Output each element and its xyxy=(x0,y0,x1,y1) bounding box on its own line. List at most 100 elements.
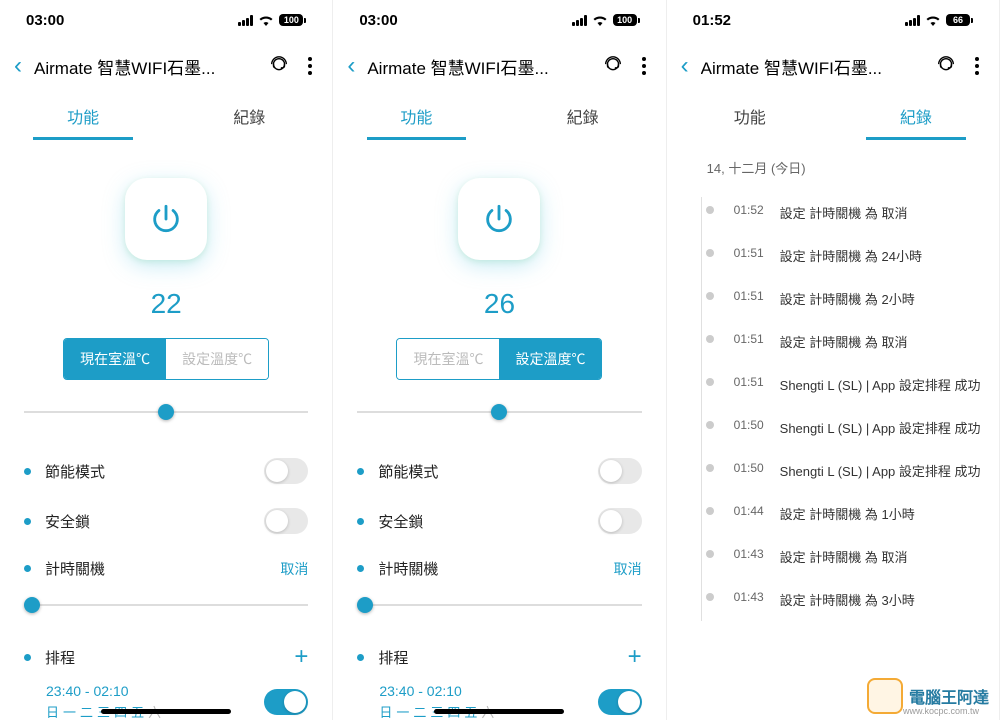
support-icon[interactable] xyxy=(935,55,957,77)
tab-functions[interactable]: 功能 xyxy=(0,92,166,140)
temp-mode-toggle: 現在室溫℃ 設定溫度℃ xyxy=(357,338,641,380)
add-schedule-button[interactable]: + xyxy=(294,643,308,671)
phone-screen-3: 01:52 66 ‹ Airmate 智慧WIFI石墨... 功能 紀錄 14,… xyxy=(667,0,1000,720)
power-button[interactable] xyxy=(458,178,540,260)
back-button[interactable]: ‹ xyxy=(14,52,22,80)
signal-icon xyxy=(238,15,253,26)
header: ‹ Airmate 智慧WIFI石墨... xyxy=(333,40,665,92)
timer-cancel[interactable]: 取消 xyxy=(614,559,642,579)
tabs: 功能 紀錄 xyxy=(0,92,332,140)
log-date: 14, 十二月 (今日) xyxy=(685,150,981,191)
tab-records[interactable]: 紀錄 xyxy=(166,92,332,140)
page-title: Airmate 智慧WIFI石墨... xyxy=(367,54,589,79)
status-right: 100 xyxy=(572,14,640,26)
tabs: 功能 紀錄 xyxy=(333,92,665,140)
toggle-current-temp[interactable]: 現在室溫℃ xyxy=(64,339,166,379)
schedule-switch[interactable] xyxy=(264,689,308,715)
add-schedule-button[interactable]: + xyxy=(628,643,642,671)
home-indicator[interactable] xyxy=(434,709,564,714)
wifi-icon xyxy=(592,14,608,26)
tab-records[interactable]: 紀錄 xyxy=(833,92,999,140)
back-button[interactable]: ‹ xyxy=(681,52,689,80)
page-title: Airmate 智慧WIFI石墨... xyxy=(701,54,923,79)
schedule-time: 23:40 - 02:10 xyxy=(379,683,597,699)
log-item: 01:50Shengti L (SL) | App 設定排程 成功 xyxy=(693,449,981,492)
status-bar: 03:00 100 xyxy=(333,0,665,40)
row-schedule: 排程+ xyxy=(357,631,641,683)
row-safety-lock: 安全鎖 xyxy=(24,496,308,546)
content-functions: 26 現在室溫℃ 設定溫度℃ 節能模式 安全鎖 計時關機取消 排程+ 23:40… xyxy=(333,140,665,720)
log-list: 01:52設定 計時關機 為 取消 01:51設定 計時關機 為 24小時 01… xyxy=(685,191,981,621)
temperature-slider[interactable] xyxy=(24,402,308,422)
status-right: 100 xyxy=(238,14,306,26)
row-timer: 計時關機取消 xyxy=(357,546,641,591)
back-button[interactable]: ‹ xyxy=(347,52,355,80)
more-icon[interactable] xyxy=(969,57,985,75)
battery-icon: 100 xyxy=(279,14,306,26)
toggle-set-temp[interactable]: 設定溫度℃ xyxy=(166,339,268,379)
temperature-value: 22 xyxy=(24,280,308,338)
log-item: 01:43設定 計時關機 為 3小時 xyxy=(693,578,981,621)
status-right: 66 xyxy=(905,14,973,26)
log-item: 01:51設定 計時關機 為 2小時 xyxy=(693,277,981,320)
watermark-text: 電腦王阿達 xyxy=(909,684,989,708)
status-time: 01:52 xyxy=(693,12,731,29)
wifi-icon xyxy=(258,14,274,26)
battery-icon: 100 xyxy=(613,14,640,26)
log-item: 01:44設定 計時關機 為 1小時 xyxy=(693,492,981,535)
page-title: Airmate 智慧WIFI石墨... xyxy=(34,54,256,79)
log-item: 01:43設定 計時關機 為 取消 xyxy=(693,535,981,578)
content-records: 14, 十二月 (今日) 01:52設定 計時關機 為 取消 01:51設定 計… xyxy=(667,140,999,720)
schedule-time: 23:40 - 02:10 xyxy=(46,683,264,699)
status-bar: 03:00 100 xyxy=(0,0,332,40)
log-item: 01:51設定 計時關機 為 24小時 xyxy=(693,234,981,277)
lock-switch[interactable] xyxy=(264,508,308,534)
row-eco-mode: 節能模式 xyxy=(357,446,641,496)
status-time: 03:00 xyxy=(26,12,64,29)
support-icon[interactable] xyxy=(602,55,624,77)
signal-icon xyxy=(572,15,587,26)
tabs: 功能 紀錄 xyxy=(667,92,999,140)
power-button[interactable] xyxy=(125,178,207,260)
watermark-url: www.kocpc.com.tw xyxy=(903,706,979,716)
log-item: 01:51設定 計時關機 為 取消 xyxy=(693,320,981,363)
row-safety-lock: 安全鎖 xyxy=(357,496,641,546)
temp-mode-toggle: 現在室溫℃ 設定溫度℃ xyxy=(24,338,308,380)
header: ‹ Airmate 智慧WIFI石墨... xyxy=(667,40,999,92)
eco-switch[interactable] xyxy=(264,458,308,484)
timer-cancel[interactable]: 取消 xyxy=(280,559,308,579)
tab-functions[interactable]: 功能 xyxy=(333,92,499,140)
phone-screen-1: 03:00 100 ‹ Airmate 智慧WIFI石墨... 功能 紀錄 22… xyxy=(0,0,333,720)
timer-slider[interactable] xyxy=(24,595,308,615)
eco-switch[interactable] xyxy=(598,458,642,484)
toggle-current-temp[interactable]: 現在室溫℃ xyxy=(397,339,499,379)
toggle-set-temp[interactable]: 設定溫度℃ xyxy=(499,339,601,379)
tab-functions[interactable]: 功能 xyxy=(667,92,833,140)
row-eco-mode: 節能模式 xyxy=(24,446,308,496)
tab-records[interactable]: 紀錄 xyxy=(500,92,666,140)
more-icon[interactable] xyxy=(636,57,652,75)
schedule-switch[interactable] xyxy=(598,689,642,715)
row-schedule: 排程+ xyxy=(24,631,308,683)
schedule-item[interactable]: 23:40 - 02:10 日一二三四五六 xyxy=(357,683,641,720)
log-item: 01:50Shengti L (SL) | App 設定排程 成功 xyxy=(693,406,981,449)
temperature-value: 26 xyxy=(357,280,641,338)
home-indicator[interactable] xyxy=(101,709,231,714)
watermark-logo xyxy=(867,678,903,714)
temperature-slider[interactable] xyxy=(357,402,641,422)
status-time: 03:00 xyxy=(359,12,397,29)
header: ‹ Airmate 智慧WIFI石墨... xyxy=(0,40,332,92)
more-icon[interactable] xyxy=(302,57,318,75)
watermark: 電腦王阿達 www.kocpc.com.tw xyxy=(867,678,989,714)
timer-slider[interactable] xyxy=(357,595,641,615)
schedule-item[interactable]: 23:40 - 02:10 日一二三四五六 xyxy=(24,683,308,720)
wifi-icon xyxy=(925,14,941,26)
log-item: 01:52設定 計時關機 為 取消 xyxy=(693,191,981,234)
lock-switch[interactable] xyxy=(598,508,642,534)
battery-icon: 66 xyxy=(946,14,973,26)
signal-icon xyxy=(905,15,920,26)
row-timer: 計時關機取消 xyxy=(24,546,308,591)
phone-screen-2: 03:00 100 ‹ Airmate 智慧WIFI石墨... 功能 紀錄 26… xyxy=(333,0,666,720)
content-functions: 22 現在室溫℃ 設定溫度℃ 節能模式 安全鎖 計時關機取消 排程+ 23:40… xyxy=(0,140,332,720)
support-icon[interactable] xyxy=(268,55,290,77)
